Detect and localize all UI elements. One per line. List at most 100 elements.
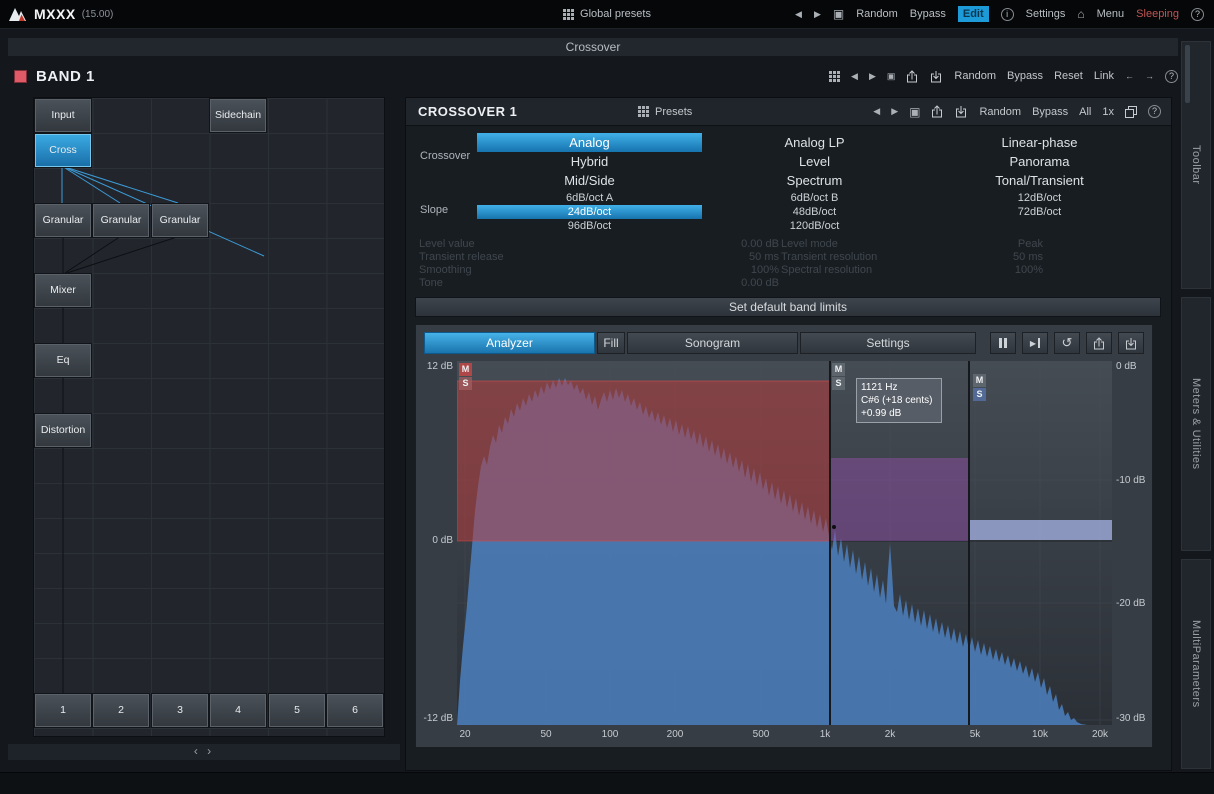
sidebar-meters-utilities[interactable]: Meters & Utilities (1181, 297, 1211, 551)
reset-analysis-button[interactable]: ↺ (1054, 332, 1080, 354)
slope-120[interactable]: 120dB/oct (702, 219, 927, 233)
slot-6[interactable]: 6 (327, 694, 383, 727)
step-button[interactable]: ▶ (1022, 332, 1048, 354)
band-color-chip[interactable] (14, 70, 27, 83)
next-icon[interactable]: ▶ (891, 106, 898, 117)
copy-icon[interactable] (906, 70, 919, 83)
band-mute-button[interactable]: M (459, 363, 472, 376)
node-graph-scrollbar[interactable]: ‹ › (8, 744, 400, 760)
slope-12[interactable]: 12dB/oct (927, 191, 1152, 205)
node-input[interactable]: Input (35, 99, 91, 132)
mode-midside[interactable]: Mid/Side (477, 171, 702, 190)
node-graph-panel[interactable]: Input Sidechain Cross Granular Granular … (33, 97, 385, 737)
band-link-button[interactable]: Link (1094, 70, 1114, 82)
tab-analyzer[interactable]: Analyzer (424, 332, 595, 354)
grid-icon[interactable] (829, 71, 840, 82)
node-granular-3[interactable]: Granular (152, 204, 208, 237)
node-cross[interactable]: Cross (35, 134, 91, 167)
scale-button[interactable]: 1x (1102, 106, 1114, 118)
param-value: 0.00 dB (741, 277, 779, 290)
next-icon[interactable]: ▶ (869, 71, 876, 82)
node-sidechain[interactable]: Sidechain (210, 99, 266, 132)
panel-bypass-button[interactable]: Bypass (1032, 106, 1068, 118)
param-value: Peak (1018, 238, 1043, 251)
node-mixer[interactable]: Mixer (35, 274, 91, 307)
sidebar-toolbar[interactable]: Toolbar (1181, 41, 1211, 289)
paste-analysis-button[interactable] (1118, 332, 1144, 354)
bypass-button[interactable]: Bypass (910, 8, 946, 20)
band-reset-button[interactable]: Reset (1054, 70, 1083, 82)
menu-button[interactable]: Menu (1097, 8, 1125, 20)
band-bypass-button[interactable]: Bypass (1007, 70, 1043, 82)
redo-icon[interactable]: → (1145, 71, 1154, 81)
mode-analog[interactable]: Analog (477, 133, 702, 152)
band-solo-button[interactable]: S (973, 388, 986, 401)
info-icon[interactable]: i (1001, 8, 1014, 21)
help-icon[interactable]: ? (1191, 8, 1204, 21)
prev-icon[interactable]: ◀ (851, 71, 858, 82)
pause-button[interactable] (990, 332, 1016, 354)
slope-48[interactable]: 48dB/oct (702, 205, 927, 219)
sidebar-meters-label: Meters & Utilities (1190, 378, 1202, 470)
slot-1[interactable]: 1 (35, 694, 91, 727)
band-help-icon[interactable]: ? (1165, 70, 1178, 83)
prev-icon[interactable]: ◀ (873, 106, 880, 117)
node-granular-2[interactable]: Granular (93, 204, 149, 237)
slope-6b[interactable]: 6dB/oct B (702, 191, 927, 205)
detach-window-icon[interactable] (1125, 106, 1137, 118)
mode-spectrum[interactable]: Spectrum (702, 171, 927, 190)
slope-6a[interactable]: 6dB/oct A (477, 191, 702, 205)
node-distortion[interactable]: Distortion (35, 414, 91, 447)
presets-button[interactable]: Presets (638, 106, 692, 118)
sidebar-multiparameters[interactable]: MultiParameters (1181, 559, 1211, 769)
set-default-band-limits-button[interactable]: Set default band limits (415, 297, 1161, 317)
panel-random-button[interactable]: Random (979, 106, 1021, 118)
prev-preset-icon[interactable]: ◀ (795, 9, 802, 20)
all-button[interactable]: All (1079, 106, 1091, 118)
mode-tonal-transient[interactable]: Tonal/Transient (927, 171, 1152, 190)
mode-linear-phase[interactable]: Linear-phase (927, 133, 1152, 152)
tab-sonogram[interactable]: Sonogram (627, 332, 798, 354)
panic-icon[interactable]: ▣ (887, 71, 896, 82)
band-mute-button[interactable]: M (973, 374, 986, 387)
band-mute-button[interactable]: M (832, 363, 845, 376)
band-solo-button[interactable]: S (459, 377, 472, 390)
next-preset-icon[interactable]: ▶ (814, 9, 821, 20)
slope-96[interactable]: 96dB/oct (477, 219, 702, 233)
slope-24[interactable]: 24dB/oct (477, 205, 702, 219)
mode-analog-lp[interactable]: Analog LP (702, 133, 927, 152)
band-random-button[interactable]: Random (954, 70, 996, 82)
slope-72[interactable]: 72dB/oct (927, 205, 1152, 219)
slot-2[interactable]: 2 (93, 694, 149, 727)
copy-icon[interactable] (931, 105, 944, 118)
mode-panorama[interactable]: Panorama (927, 152, 1152, 171)
undo-icon[interactable]: ← (1125, 71, 1134, 81)
sleeping-status[interactable]: Sleeping (1136, 8, 1179, 20)
settings-button[interactable]: Settings (1026, 8, 1066, 20)
side-scrollbar-thumb[interactable] (1185, 45, 1190, 103)
tab-fill[interactable]: Fill (597, 332, 625, 354)
paste-icon[interactable] (930, 70, 943, 83)
slot-5[interactable]: 5 (269, 694, 325, 727)
node-granular-1[interactable]: Granular (35, 204, 91, 237)
global-presets-button[interactable]: Global presets (580, 8, 651, 20)
slope-label: Slope (420, 204, 448, 216)
crossover-section-bar[interactable]: Crossover (8, 38, 1178, 56)
mode-level[interactable]: Level (702, 152, 927, 171)
y-axis-label-right: -20 dB (1116, 598, 1145, 609)
spectrum-graph[interactable]: M S M S M S 1121 Hz C#6 (+18 cents) +0.9… (457, 361, 1112, 725)
mode-hybrid[interactable]: Hybrid (477, 152, 702, 171)
edit-button[interactable]: Edit (958, 6, 989, 22)
home-icon[interactable]: ⌂ (1077, 7, 1084, 21)
panic-icon[interactable]: ▣ (909, 105, 920, 119)
slot-3[interactable]: 3 (152, 694, 208, 727)
node-eq[interactable]: Eq (35, 344, 91, 377)
copy-analysis-button[interactable] (1086, 332, 1112, 354)
random-button[interactable]: Random (856, 8, 898, 20)
band-solo-button[interactable]: S (832, 377, 845, 390)
panel-help-icon[interactable]: ? (1148, 105, 1161, 118)
tab-settings[interactable]: Settings (800, 332, 976, 354)
paste-icon[interactable] (955, 105, 968, 118)
panic-icon[interactable]: ▣ (833, 7, 844, 21)
slot-4[interactable]: 4 (210, 694, 266, 727)
